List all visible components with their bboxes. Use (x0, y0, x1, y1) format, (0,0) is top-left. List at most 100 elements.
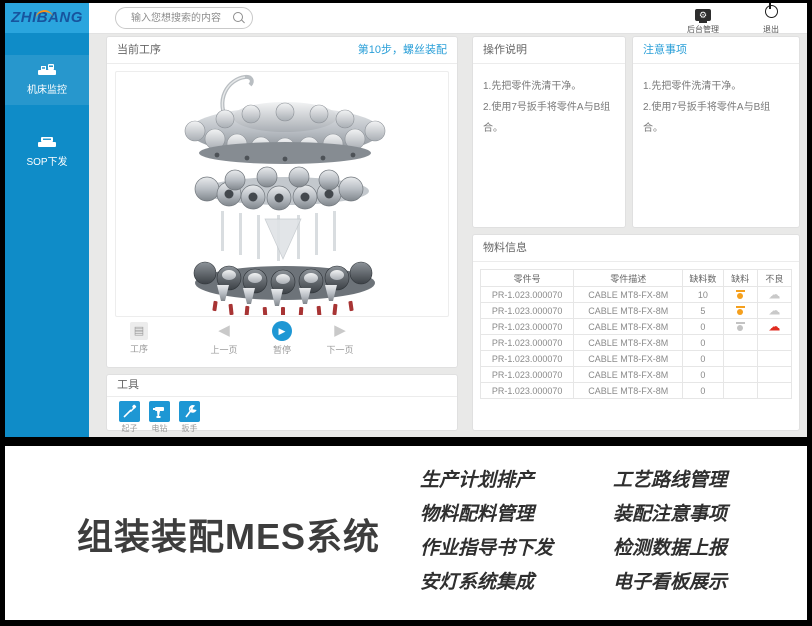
sidebar: ZHIBANG 机床监控 SOP下发 (5, 3, 89, 437)
screwdriver-icon (119, 401, 140, 422)
notes-body: 1.先把零件洗清干净。2.使用7号扳手将零件A与B组合。 (633, 64, 799, 151)
table-row[interactable]: PR-1.023.000070CABLE MT8-FX-8M0 (481, 335, 792, 351)
tool-label: 电钻 (149, 423, 170, 434)
mes-system-title: 组装装配MES系统 (77, 508, 380, 560)
process-step-label: 第10步，螺丝装配 (358, 37, 447, 63)
search-box[interactable] (115, 7, 253, 29)
feature-item: 装配注意事项 (613, 498, 727, 532)
defect-cell: ☁ (757, 287, 791, 303)
column-header: 零件号 (481, 270, 574, 287)
shortage-count: 5 (683, 303, 723, 319)
table-row[interactable]: PR-1.023.000070CABLE MT8-FX-8M0 (481, 351, 792, 367)
feature-item: 生产计划排产 (420, 464, 553, 498)
admin-button[interactable]: ⚙ 后台管理 (687, 5, 719, 35)
wrench-icon (179, 401, 200, 422)
table-row[interactable]: PR-1.023.000070CABLE MT8-FX-8M0 (481, 383, 792, 399)
feature-item: 电子看板展示 (613, 566, 727, 600)
instructions-card: 操作说明 1.先把零件洗清干净。2.使用7号扳手将零件A与B组合。 (472, 36, 626, 228)
shortage-cell (723, 367, 757, 383)
table-row[interactable]: PR-1.023.000070CABLE MT8-FX-8M0 ☁ (481, 319, 792, 335)
materials-card: 物料信息 零件号零件描述缺料数缺料不良 PR-1.023.000070CABLE… (472, 234, 800, 431)
feature-item: 安灯系统集成 (420, 566, 553, 600)
instruction-line: 2.使用7号扳手将零件A与B组合。 (483, 97, 615, 139)
tool-screwdriver[interactable]: 起子 (119, 401, 140, 434)
logout-label: 退出 (763, 24, 779, 35)
defect-cell: ☁ (757, 303, 791, 319)
process-list-label: 工序 (119, 342, 159, 355)
tools-card: 工具 起子 电钻 扳手 (106, 374, 458, 431)
admin-label: 后台管理 (687, 24, 719, 35)
play-circle-icon: ▶ (272, 321, 292, 341)
machine-icon (37, 63, 57, 77)
feature-item: 检测数据上报 (613, 532, 727, 566)
feature-list-right: 工艺路线管理装配注意事项检测数据上报电子看板展示 (613, 464, 727, 600)
marketing-panel: 组装装配MES系统 生产计划排产物料配料管理作业指导书下发安灯系统集成 工艺路线… (5, 446, 807, 620)
process-list-button[interactable]: ▤ (130, 322, 148, 340)
prev-page-label: 上一页 (207, 343, 241, 356)
part-number: PR-1.023.000070 (481, 383, 574, 399)
material-call-icon[interactable] (735, 290, 746, 300)
tool-drill[interactable]: 电钻 (149, 401, 170, 434)
sidebar-item-sop[interactable]: SOP下发 (5, 127, 89, 177)
instruction-line: 1.先把零件洗清干净。 (483, 76, 615, 97)
shortage-count: 0 (683, 319, 723, 335)
part-description: CABLE MT8-FX-8M (574, 303, 683, 319)
shortage-count: 0 (683, 367, 723, 383)
pause-button[interactable]: ▶ 暂停 (265, 321, 299, 356)
shortage-count: 0 (683, 383, 723, 399)
sidebar-item-machine-monitor[interactable]: 机床监控 (5, 55, 89, 105)
tool-wrench[interactable]: 扳手 (179, 401, 200, 434)
defect-upload-cloud-icon[interactable]: ☁ (768, 304, 780, 318)
column-header: 缺料数 (683, 270, 723, 287)
part-number: PR-1.023.000070 (481, 319, 574, 335)
part-description: CABLE MT8-FX-8M (574, 287, 683, 303)
table-row[interactable]: PR-1.023.000070CABLE MT8-FX-8M0 (481, 367, 792, 383)
next-triangle-icon: ▶ (323, 321, 357, 341)
materials-table-header: 零件号零件描述缺料数缺料不良 (481, 270, 792, 287)
part-description: CABLE MT8-FX-8M (574, 319, 683, 335)
search-input[interactable] (129, 9, 237, 29)
exploded-assembly-image (117, 73, 447, 315)
tool-label: 扳手 (179, 423, 200, 434)
prev-page-button[interactable]: ◀ 上一页 (207, 321, 241, 356)
shortage-cell (723, 335, 757, 351)
part-number: PR-1.023.000070 (481, 367, 574, 383)
sop-document-icon (37, 135, 57, 149)
power-icon (765, 5, 778, 18)
materials-table-body: PR-1.023.000070CABLE MT8-FX-8M10☁PR-1.02… (481, 287, 792, 399)
notes-card: 注意事项 1.先把零件洗清干净。2.使用7号扳手将零件A与B组合。 (632, 36, 800, 228)
shortage-cell (723, 383, 757, 399)
tool-label: 起子 (119, 423, 140, 434)
materials-table: 零件号零件描述缺料数缺料不良 PR-1.023.000070CABLE MT8-… (480, 269, 792, 399)
material-call-icon[interactable] (735, 306, 746, 316)
table-row[interactable]: PR-1.023.000070CABLE MT8-FX-8M10☁ (481, 287, 792, 303)
app-logo: ZHIBANG (5, 3, 89, 33)
part-number: PR-1.023.000070 (481, 303, 574, 319)
feature-item: 作业指导书下发 (420, 532, 553, 566)
current-process-card: 当前工序 第10步，螺丝装配 (106, 36, 458, 368)
defect-cell (757, 383, 791, 399)
defect-cell (757, 335, 791, 351)
prev-triangle-icon: ◀ (207, 321, 241, 341)
table-row[interactable]: PR-1.023.000070CABLE MT8-FX-8M5 ☁ (481, 303, 792, 319)
logout-button[interactable]: 退出 (763, 5, 779, 35)
materials-title: 物料信息 (483, 235, 527, 261)
current-process-title: 当前工序 (117, 37, 161, 63)
part-number: PR-1.023.000070 (481, 335, 574, 351)
part-number: PR-1.023.000070 (481, 351, 574, 367)
shortage-cell (723, 351, 757, 367)
part-number: PR-1.023.000070 (481, 287, 574, 303)
defect-cell (757, 367, 791, 383)
shortage-cell (723, 319, 757, 335)
shortage-count: 0 (683, 335, 723, 351)
part-description: CABLE MT8-FX-8M (574, 367, 683, 383)
pause-label: 暂停 (265, 343, 299, 356)
search-icon[interactable] (233, 12, 243, 22)
topbar: ⚙ 后台管理 退出 (89, 3, 807, 34)
instructions-body: 1.先把零件洗清干净。2.使用7号扳手将零件A与B组合。 (473, 64, 625, 151)
material-call-icon[interactable] (735, 322, 746, 332)
defect-upload-cloud-icon[interactable]: ☁ (768, 320, 780, 334)
part-description: CABLE MT8-FX-8M (574, 351, 683, 367)
next-page-button[interactable]: ▶ 下一页 (323, 321, 357, 356)
defect-upload-cloud-icon[interactable]: ☁ (768, 288, 780, 302)
